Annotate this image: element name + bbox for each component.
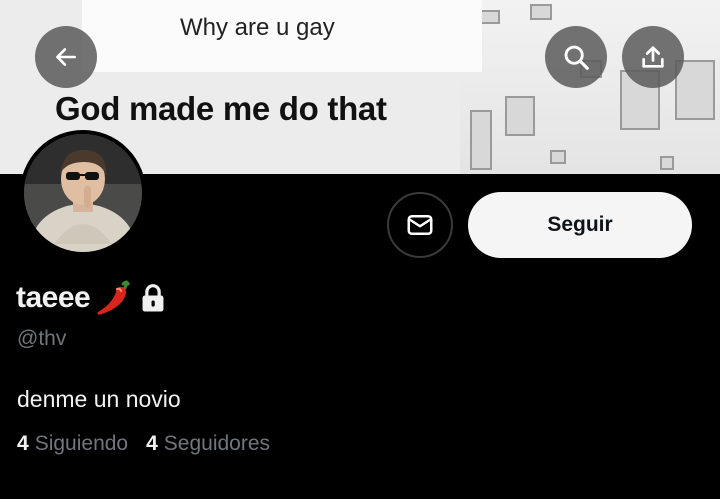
avatar[interactable] (20, 130, 146, 256)
followers-count: 4 (146, 432, 158, 455)
display-name: taeee (16, 281, 91, 314)
following-link[interactable]: 4 Siguiendo (17, 432, 128, 456)
mail-icon (407, 215, 433, 235)
follow-stats: 4 Siguiendo 4 Seguidores (17, 432, 270, 456)
banner-building (460, 0, 720, 174)
back-button[interactable] (35, 26, 97, 88)
user-handle: @thv (17, 327, 67, 350)
arrow-left-icon (56, 48, 76, 66)
followers-label: Seguidores (163, 432, 271, 455)
share-button[interactable] (622, 26, 684, 88)
lock-icon (142, 284, 164, 312)
followers-link[interactable]: 4 Seguidores (146, 432, 270, 456)
following-label: Siguiendo (34, 432, 129, 455)
profile-bio: denme un novio (17, 386, 181, 412)
following-count: 4 (17, 432, 29, 455)
meme-bottom-text: God made me do that (55, 90, 387, 127)
search-icon (564, 45, 589, 70)
avatar-photo (24, 134, 142, 252)
meme-top-text: Why are u gay (180, 14, 335, 41)
chili-pepper-emoji (97, 280, 131, 315)
display-name-row: taeee (16, 278, 168, 318)
follow-button[interactable]: Seguir (468, 192, 692, 258)
message-button[interactable] (387, 192, 453, 258)
search-button[interactable] (545, 26, 607, 88)
share-icon (642, 46, 664, 68)
